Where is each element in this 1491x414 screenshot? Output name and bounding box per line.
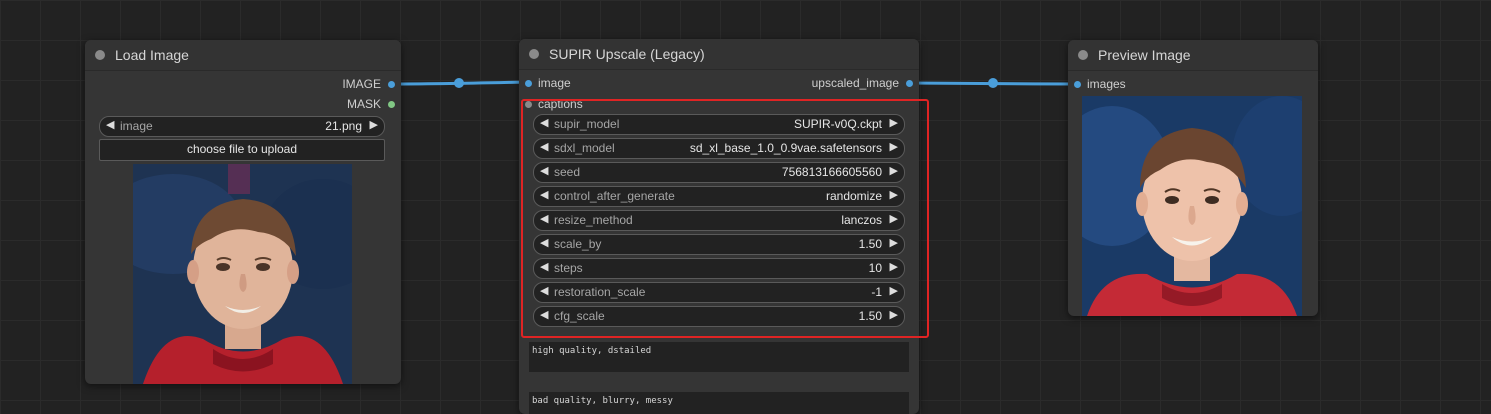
image-combo-widget[interactable]: ◀ image 21.png ▶ — [99, 116, 385, 137]
highlight-box — [521, 99, 929, 338]
output-image-label: IMAGE — [342, 77, 381, 91]
negative-prompt-textarea[interactable]: bad quality, blurry, messy — [529, 392, 909, 414]
input-images-slot[interactable] — [1074, 81, 1081, 88]
output-image-slot[interactable] — [388, 81, 395, 88]
collapse-dot-icon[interactable] — [529, 49, 539, 59]
collapse-dot-icon[interactable] — [1078, 50, 1088, 60]
node-title: Preview Image — [1098, 47, 1191, 63]
preview-image-display — [1082, 96, 1302, 316]
wire-midpoint-handle — [454, 78, 464, 88]
node-title-bar[interactable]: Load Image — [85, 40, 401, 71]
widget-label: image — [120, 119, 153, 133]
output-mask-slot[interactable] — [388, 101, 395, 108]
increment-arrow-icon[interactable]: ▶ — [370, 118, 378, 131]
node-title: Load Image — [115, 47, 189, 63]
upscaled-boy-portrait-image — [1082, 96, 1302, 316]
node-title-bar[interactable]: SUPIR Upscale (Legacy) — [519, 39, 919, 70]
boy-portrait-image — [133, 164, 352, 384]
preview-image-node[interactable]: Preview Image images — [1068, 40, 1318, 316]
node-title: SUPIR Upscale (Legacy) — [549, 46, 705, 62]
load-image-node[interactable]: Load Image IMAGE MASK ◀ image 21.png ▶ c… — [85, 40, 401, 384]
upload-button[interactable]: choose file to upload — [99, 139, 385, 161]
wire-image-to-supir — [390, 80, 529, 86]
input-images-label: images — [1087, 77, 1126, 91]
input-image-slot[interactable] — [525, 80, 532, 87]
collapse-dot-icon[interactable] — [95, 50, 105, 60]
wire-supir-to-preview — [908, 81, 1078, 86]
decrement-arrow-icon[interactable]: ◀ — [106, 118, 114, 131]
loaded-image-preview — [133, 164, 352, 384]
wire-midpoint-handle — [988, 78, 998, 88]
node-title-bar[interactable]: Preview Image — [1068, 40, 1318, 71]
widget-value: 21.png — [325, 119, 362, 133]
positive-prompt-textarea[interactable]: high quality, dstailed — [529, 342, 909, 372]
output-upscaled-image-slot[interactable] — [906, 80, 913, 87]
output-mask-label: MASK — [346, 97, 381, 111]
input-image-label: image — [538, 76, 571, 90]
output-upscaled-image-label: upscaled_image — [811, 76, 899, 90]
